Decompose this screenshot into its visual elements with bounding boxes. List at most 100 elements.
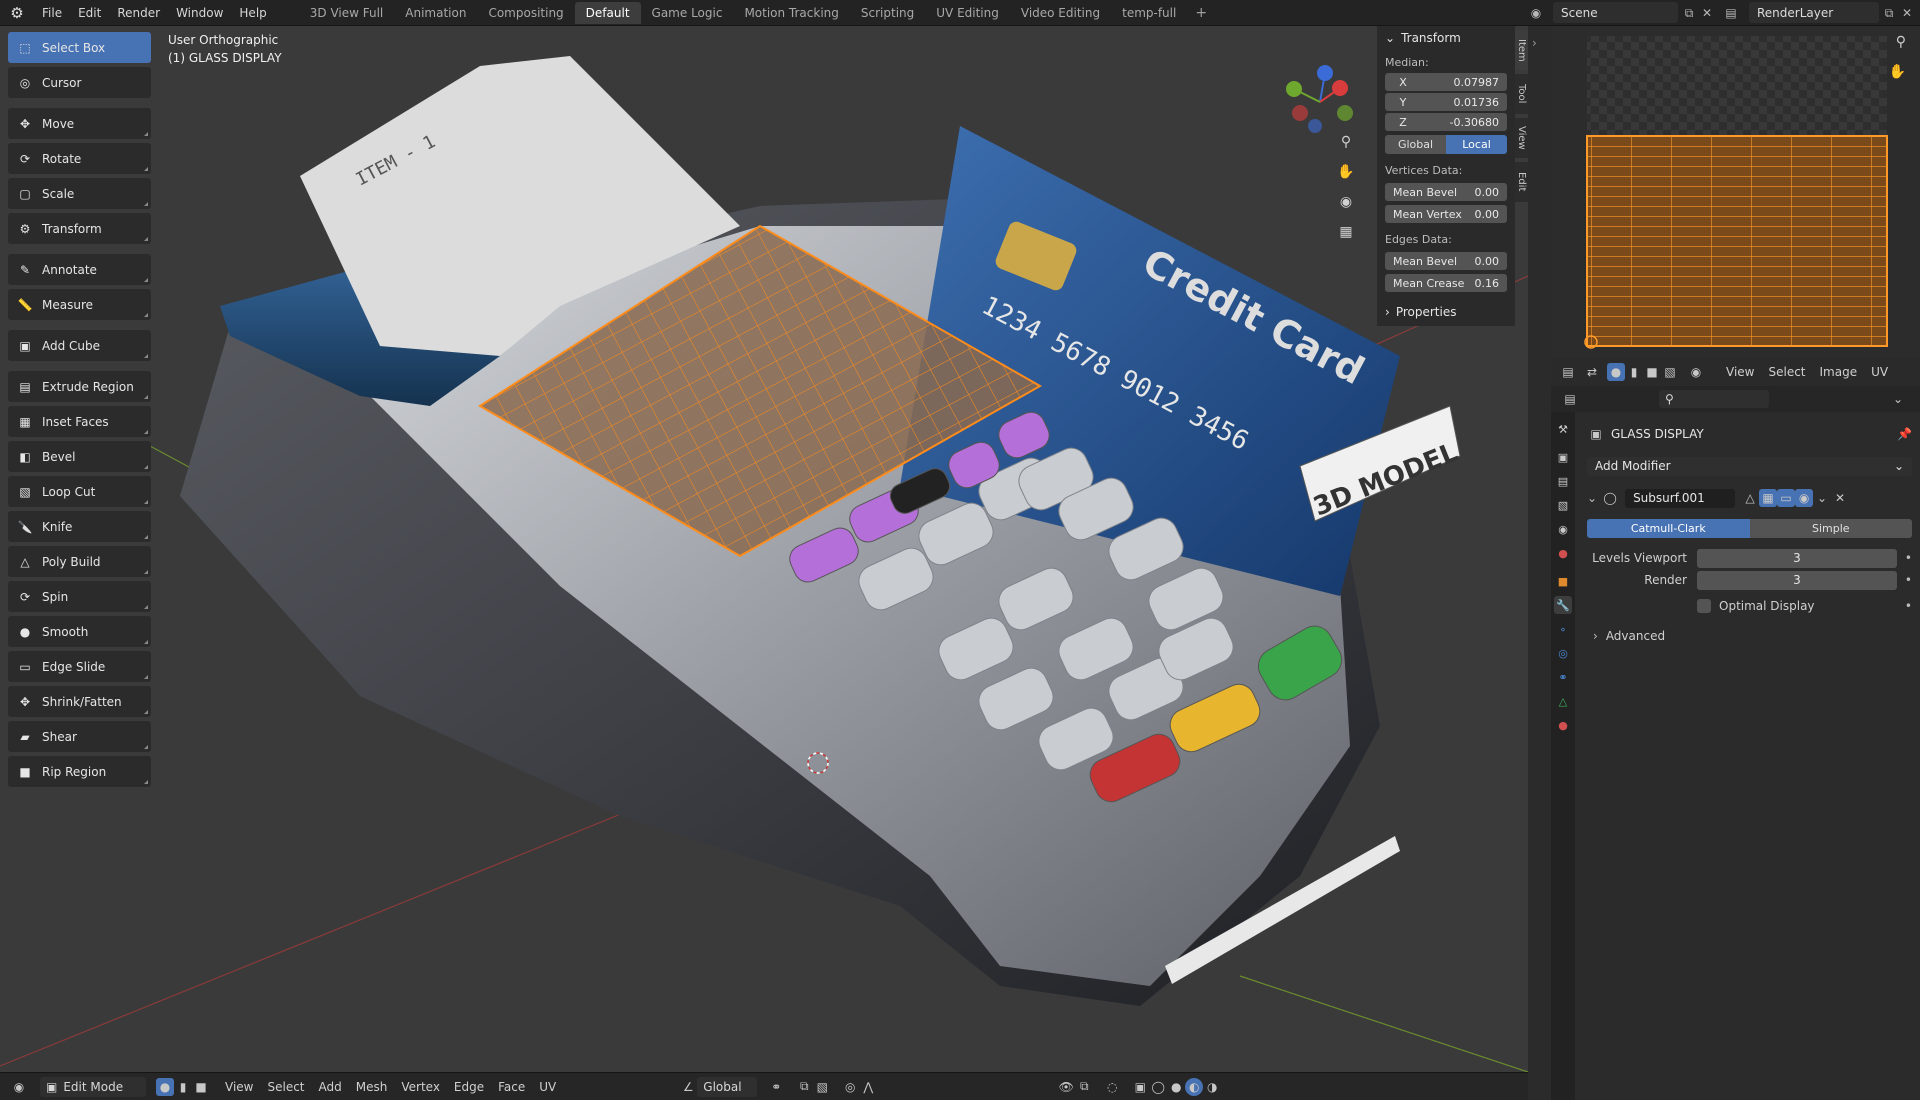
menu-add[interactable]: Add: [312, 1080, 349, 1094]
delete-scene-icon[interactable]: ✕: [1698, 4, 1716, 22]
render-toggle-icon[interactable]: ◉: [1795, 489, 1814, 507]
tab-edit[interactable]: Edit: [1515, 162, 1528, 202]
tab-compositing[interactable]: Compositing: [477, 2, 574, 24]
uv-editor[interactable]: ⚲ ✋: [1551, 26, 1920, 378]
tab-tool[interactable]: Tool: [1515, 74, 1528, 114]
tool-tab-icon[interactable]: ⚒: [1554, 420, 1572, 438]
pin-icon[interactable]: 📌: [1897, 427, 1912, 441]
remove-modifier-icon[interactable]: ✕: [1831, 489, 1849, 507]
gizmo-icon[interactable]: ⧉: [1075, 1078, 1093, 1096]
tab-3d-view-full[interactable]: 3D View Full: [299, 2, 395, 24]
constraints-tab-icon[interactable]: ⚭: [1554, 668, 1572, 686]
add-modifier-button[interactable]: Add Modifier ⌄: [1587, 456, 1912, 476]
tool-shrink-fatten[interactable]: ✥ Shrink/Fatten: [8, 686, 151, 717]
properties-panel-header[interactable]: › Properties: [1377, 300, 1515, 324]
material-shading-icon[interactable]: ◐: [1185, 1077, 1204, 1096]
median-z-field[interactable]: Z -0.30680: [1385, 113, 1507, 131]
view-layer-tab-icon[interactable]: ▧: [1554, 496, 1572, 514]
collapse-chevron-icon[interactable]: ⌄: [1587, 491, 1597, 505]
menu-uv[interactable]: UV: [532, 1080, 563, 1094]
uv-pan-icon[interactable]: ✋: [1889, 64, 1906, 80]
tool-rip-region[interactable]: ■ Rip Region: [8, 756, 151, 787]
tool-extrude-region[interactable]: ▤ Extrude Region: [8, 371, 151, 402]
menu-select[interactable]: Select: [260, 1080, 311, 1094]
tab-item[interactable]: Item: [1515, 30, 1528, 70]
tool-add-cube[interactable]: ▣ Add Cube: [8, 330, 151, 361]
mean-bevel-vertex-field[interactable]: Mean Bevel 0.00: [1385, 183, 1507, 201]
scene-tab-icon[interactable]: ◉: [1554, 520, 1572, 538]
tab-video-editing[interactable]: Video Editing: [1010, 2, 1111, 24]
editor-type-icon[interactable]: ◉: [10, 1078, 28, 1096]
tool-loop-cut[interactable]: ▧ Loop Cut: [8, 476, 151, 507]
orientation-selector[interactable]: Global: [697, 1076, 758, 1097]
transform-panel-header[interactable]: ⌄ Transform: [1377, 26, 1515, 50]
median-x-field[interactable]: X 0.07987: [1385, 73, 1507, 91]
scene-selector-icon[interactable]: ◉: [1527, 4, 1545, 22]
uv-vertex-mode-icon[interactable]: ●: [1607, 363, 1625, 381]
overlays-icon[interactable]: ◌: [1103, 1078, 1121, 1096]
tab-uv-editing[interactable]: UV Editing: [925, 2, 1010, 24]
pivot-icon[interactable]: ⚭: [767, 1078, 785, 1096]
physics-tab-icon[interactable]: ◎: [1554, 644, 1572, 662]
rendered-shading-icon[interactable]: ◑: [1203, 1078, 1221, 1096]
mean-vertex-field[interactable]: Mean Vertex 0.00: [1385, 205, 1507, 223]
tool-spin[interactable]: ⟳ Spin: [8, 581, 151, 612]
uv-island-mode-icon[interactable]: ▧: [1661, 363, 1679, 381]
mean-crease-field[interactable]: Mean Crease 0.16: [1385, 274, 1507, 292]
3d-viewport[interactable]: ITEM - 1 Credit Card 1234 5678 9012 3456…: [0, 26, 1528, 1072]
catmull-clark-button[interactable]: Catmull-Clark: [1587, 518, 1750, 538]
wireframe-shading-icon[interactable]: ◯: [1149, 1078, 1167, 1096]
menu-render[interactable]: Render: [109, 0, 168, 26]
tab-game-logic[interactable]: Game Logic: [641, 2, 734, 24]
uv-editor-type-icon[interactable]: ▤: [1559, 363, 1577, 381]
properties-type-icon[interactable]: ▤: [1561, 390, 1579, 408]
modifier-tab-icon[interactable]: 🔧: [1554, 596, 1572, 614]
xray-icon[interactable]: ▣: [1131, 1078, 1149, 1096]
view-layer-selector-icon[interactable]: ▤: [1722, 4, 1740, 22]
properties-options-icon[interactable]: ⌄: [1889, 390, 1907, 408]
mode-selector[interactable]: ▣ Edit Mode: [40, 1076, 146, 1097]
uv-menu-select[interactable]: Select: [1761, 365, 1812, 379]
menu-window[interactable]: Window: [168, 0, 231, 26]
face-select-icon[interactable]: ■: [192, 1078, 210, 1096]
material-tab-icon[interactable]: ●: [1554, 716, 1572, 734]
uv-sync-icon[interactable]: ⇄: [1583, 363, 1601, 381]
tab-temp-full[interactable]: temp-full: [1111, 2, 1187, 24]
menu-view[interactable]: View: [218, 1080, 260, 1094]
menu-edit[interactable]: Edit: [70, 0, 109, 26]
snap-icon[interactable]: ⧉: [795, 1078, 813, 1096]
tool-cursor[interactable]: ◎ Cursor: [8, 67, 151, 98]
blender-logo-icon[interactable]: ⚙: [0, 0, 34, 26]
render-levels-field[interactable]: 3: [1697, 570, 1897, 590]
particles-tab-icon[interactable]: ∘: [1554, 620, 1572, 638]
properties-search-input[interactable]: ⚲: [1659, 390, 1769, 408]
menu-vertex[interactable]: Vertex: [394, 1080, 447, 1094]
tool-annotate[interactable]: ✎ Annotate: [8, 254, 151, 285]
uv-face-mode-icon[interactable]: ■: [1643, 363, 1661, 381]
tool-poly-build[interactable]: △ Poly Build: [8, 546, 151, 577]
modifier-menu-icon[interactable]: ⌄: [1813, 489, 1831, 507]
perspective-toggle-icon[interactable]: ▦: [1333, 219, 1359, 245]
tab-scripting[interactable]: Scripting: [850, 2, 925, 24]
global-button[interactable]: Global: [1385, 135, 1446, 154]
proportional-edit-icon[interactable]: ◎: [841, 1078, 859, 1096]
levels-viewport-field[interactable]: 3: [1697, 548, 1897, 568]
menu-face[interactable]: Face: [491, 1080, 532, 1094]
tool-measure[interactable]: 📏 Measure: [8, 289, 151, 320]
pan-hand-icon[interactable]: ✋: [1333, 159, 1359, 185]
tab-animation[interactable]: Animation: [394, 2, 477, 24]
falloff-icon[interactable]: ⋀: [859, 1078, 877, 1096]
tool-shear[interactable]: ▰ Shear: [8, 721, 151, 752]
edge-select-icon[interactable]: ▮: [174, 1078, 192, 1096]
menu-mesh[interactable]: Mesh: [349, 1080, 395, 1094]
tool-bevel[interactable]: ◧ Bevel: [8, 441, 151, 472]
new-scene-icon[interactable]: ⧉: [1680, 4, 1698, 22]
new-view-layer-icon[interactable]: ⧉: [1880, 4, 1898, 22]
world-tab-icon[interactable]: ●: [1554, 544, 1572, 562]
visibility-icon[interactable]: 👁: [1057, 1078, 1075, 1096]
render-tab-icon[interactable]: ▣: [1554, 448, 1572, 466]
tab-default[interactable]: Default: [574, 1, 641, 24]
uv-menu-image[interactable]: Image: [1813, 365, 1865, 379]
expand-arrow-icon[interactable]: ›: [1532, 36, 1537, 50]
modifier-name-field[interactable]: Subsurf.001: [1625, 488, 1736, 508]
